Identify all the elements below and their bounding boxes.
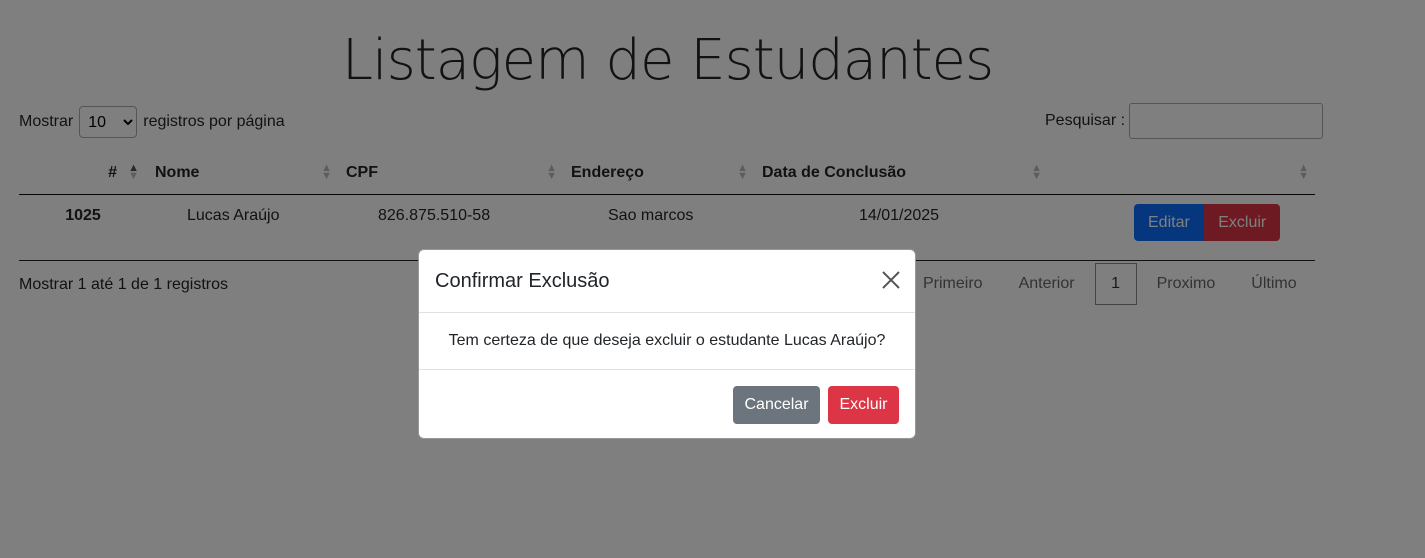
cancel-button[interactable]: Cancelar <box>733 386 820 424</box>
close-icon[interactable] <box>879 268 903 292</box>
confirm-delete-button[interactable]: Excluir <box>828 386 899 424</box>
modal-body: Tem certeza de que deseja excluir o estu… <box>419 313 915 370</box>
modal-title: Confirmar Exclusão <box>435 270 610 292</box>
confirm-delete-modal: Confirmar Exclusão Tem certeza de que de… <box>418 249 916 439</box>
modal-footer: Cancelar Excluir <box>419 370 915 440</box>
modal-header: Confirmar Exclusão <box>419 250 915 313</box>
